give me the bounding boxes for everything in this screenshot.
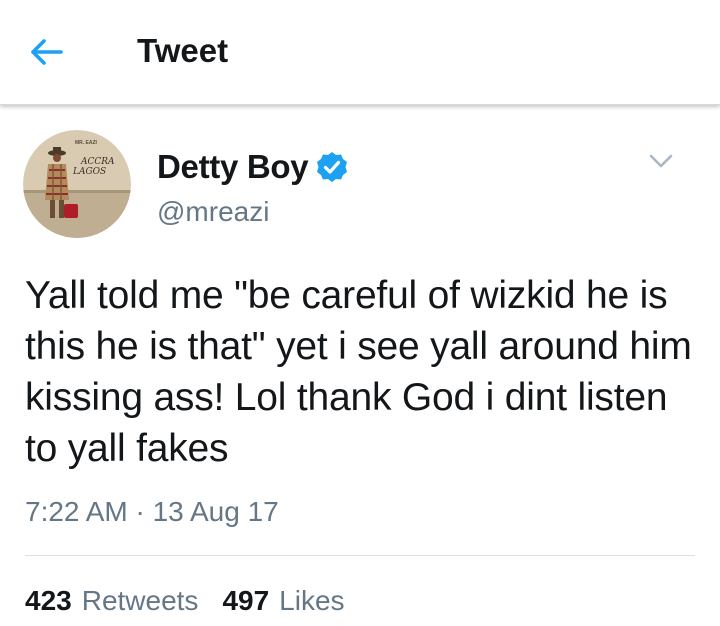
likes-count: 497 xyxy=(222,585,270,616)
tweet-timestamp[interactable]: 7:22 AM · 13 Aug 17 xyxy=(25,495,279,529)
svg-text:MR. EAZI: MR. EAZI xyxy=(75,140,98,146)
avatar-image: MR. EAZI ACCRA LAGOS xyxy=(23,130,131,238)
retweets-label: Retweets xyxy=(81,585,199,616)
page-title: Tweet xyxy=(137,32,229,69)
back-button[interactable] xyxy=(22,30,70,74)
tweet-stats: 423 Retweets 497 Likes xyxy=(25,584,369,618)
arrow-left-icon xyxy=(31,39,63,65)
divider xyxy=(25,555,695,556)
likes-stat[interactable]: 497 Likes xyxy=(222,584,344,618)
author-handle[interactable]: @mreazi xyxy=(157,195,269,229)
top-app-bar: Tweet xyxy=(0,0,720,105)
retweets-stat[interactable]: 423 Retweets xyxy=(25,584,198,618)
avatar-title-line1: ACCRA xyxy=(80,157,115,167)
likes-label: Likes xyxy=(279,585,345,616)
author-row: Detty Boy xyxy=(157,145,348,189)
verified-badge-icon xyxy=(317,152,348,182)
retweets-count: 423 xyxy=(25,585,72,616)
avatar-title-line2: LAGOS xyxy=(72,167,106,177)
chevron-down-icon xyxy=(649,154,673,168)
author-display-name[interactable]: Detty Boy xyxy=(157,148,309,186)
avatar[interactable]: MR. EAZI ACCRA LAGOS xyxy=(23,130,131,238)
tweet-options-button[interactable] xyxy=(646,148,676,174)
tweet-text: Yall told me "be careful of wizkid he is… xyxy=(25,274,692,470)
